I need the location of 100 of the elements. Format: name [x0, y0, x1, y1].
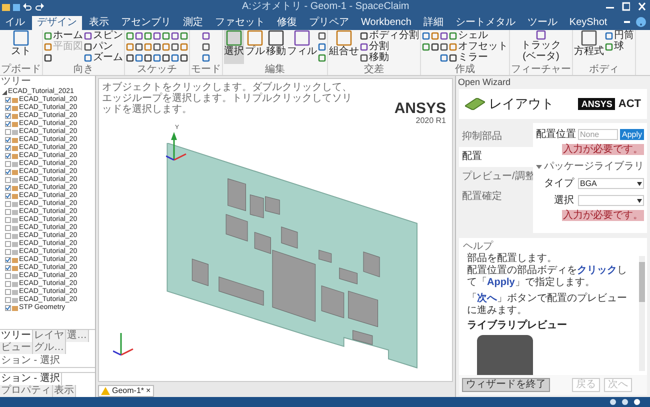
field-label: タイプ — [543, 176, 576, 191]
checkbox[interactable] — [5, 297, 11, 303]
ribbon-tab[interactable]: ファセット — [210, 16, 270, 30]
ribbon-tab[interactable]: 測定 — [178, 16, 208, 30]
checkbox[interactable] — [5, 153, 11, 159]
tab-label: Geom-1* — [112, 386, 144, 396]
apply-button[interactable]: Apply — [620, 129, 644, 140]
close-icon[interactable] — [638, 2, 646, 11]
ribbon-button[interactable]: スト — [11, 30, 31, 64]
ribbon-tab[interactable]: 修復 — [272, 16, 302, 30]
checkbox[interactable] — [5, 169, 11, 175]
help-icon[interactable] — [636, 17, 646, 27]
wizard-step[interactable]: 配置 — [459, 147, 533, 167]
checkbox[interactable] — [5, 177, 11, 183]
ribbon-button[interactable]: パン — [84, 41, 123, 52]
checkbox[interactable] — [5, 97, 11, 103]
tool-icon[interactable] — [581, 30, 597, 46]
panel-tab[interactable]: ション - 選択 — [0, 373, 62, 385]
panel-tab[interactable]: ビュー — [0, 342, 33, 354]
panel-tab[interactable]: ツリー — [0, 330, 33, 342]
ribbon-tab[interactable]: イル — [0, 16, 30, 30]
checkbox[interactable] — [5, 193, 11, 199]
checkbox[interactable] — [5, 113, 11, 119]
checkbox[interactable] — [5, 225, 11, 231]
document-tab[interactable]: Geom-1* × — [98, 385, 154, 397]
panel-tab[interactable]: レイヤ — [33, 330, 66, 342]
expander-icon[interactable] — [2, 90, 7, 94]
ribbon-button[interactable]: トラック(ベータ) — [521, 30, 561, 64]
checkbox[interactable] — [5, 289, 11, 295]
ribbon-button[interactable]: ミラー — [449, 52, 508, 63]
tool-icon[interactable] — [268, 30, 284, 46]
panel-tab[interactable]: 選… — [66, 330, 89, 342]
checkbox[interactable] — [5, 161, 11, 167]
group-label: プボード — [1, 64, 41, 75]
ribbon-button[interactable]: 移動 — [266, 30, 286, 64]
help-title: ヘルプ — [463, 240, 494, 252]
ribbon-tab[interactable]: Workbench — [356, 16, 416, 30]
group-label: 編集 — [264, 64, 286, 75]
ribbon-button[interactable]: 選択 — [224, 30, 244, 64]
checkbox[interactable] — [5, 241, 11, 247]
close-tab-button[interactable]: × — [146, 386, 151, 396]
checkbox[interactable] — [5, 265, 11, 271]
ribbon-tab[interactable]: デザイン — [32, 16, 82, 30]
ribbon-button[interactable]: プル — [245, 30, 265, 64]
checkbox[interactable] — [5, 129, 11, 135]
maximize-icon[interactable] — [622, 2, 630, 11]
ribbon-button[interactable]: ズーム — [84, 52, 123, 63]
panel-title: ション - 選択 — [0, 354, 95, 368]
wizard-button[interactable]: ウィザードを終了 — [462, 378, 550, 392]
checkbox[interactable] — [5, 137, 11, 143]
panel-tab[interactable]: プロパティ — [0, 385, 53, 397]
ribbon-tab[interactable]: 詳細 — [418, 16, 448, 30]
checkbox[interactable] — [5, 201, 11, 207]
tool-icon[interactable] — [536, 30, 546, 40]
ribbon-button[interactable]: オフセット — [449, 41, 508, 52]
checkbox[interactable] — [5, 185, 11, 191]
ribbon-tab[interactable]: シートメタル — [450, 16, 520, 30]
collapse-arrow-icon[interactable] — [536, 164, 542, 170]
save-icon[interactable] — [13, 4, 20, 10]
wizard-step[interactable]: 配置確定 — [459, 187, 533, 207]
checkbox[interactable] — [5, 105, 11, 111]
checkbox[interactable] — [5, 209, 11, 215]
ribbon-tab[interactable]: 表示 — [84, 16, 114, 30]
checkbox[interactable] — [5, 257, 11, 263]
undo-icon[interactable] — [23, 3, 32, 11]
checkbox[interactable] — [5, 281, 11, 287]
panel-tab[interactable]: 表示 — [53, 385, 76, 397]
checkbox[interactable] — [5, 121, 11, 127]
ribbon-button[interactable]: 分割 — [360, 41, 419, 52]
type-dropdown[interactable]: BGA — [578, 178, 644, 189]
checkbox[interactable] — [5, 217, 11, 223]
ribbon-button[interactable]: フィル — [287, 30, 317, 64]
ribbon-tab[interactable]: ツール — [522, 16, 562, 30]
ribbon-button[interactable]: ボディ分割 — [360, 30, 419, 41]
folder-icon[interactable] — [2, 4, 10, 10]
ribbon-button[interactable]: 円筒 — [605, 30, 634, 41]
section-header[interactable]: パッケージライブラリ — [544, 159, 644, 174]
checkbox[interactable] — [5, 273, 11, 279]
checkbox[interactable] — [5, 305, 11, 311]
tool-icon[interactable] — [13, 30, 29, 46]
ribbon-button[interactable]: 球 — [605, 41, 634, 52]
redo-icon[interactable] — [35, 3, 44, 11]
checkbox[interactable] — [5, 233, 11, 239]
panel-tab[interactable]: グル… — [33, 342, 66, 354]
scrollbar[interactable] — [639, 256, 645, 371]
checkbox[interactable] — [5, 249, 11, 255]
ribbon-button[interactable]: 移動 — [360, 52, 419, 63]
checkbox[interactable] — [5, 145, 11, 151]
ribbon-button[interactable]: スピン — [84, 30, 123, 41]
ribbon-tab[interactable]: アセンブリ — [116, 16, 176, 30]
placement-field[interactable]: None — [578, 129, 618, 140]
ribbon-button[interactable]: 方程式 — [574, 30, 604, 64]
help-text: 配置位置の部品ボディをクリックして「Apply」で指定します。 — [467, 265, 628, 289]
ribbon-button[interactable]: 組合せ — [329, 30, 359, 64]
ribbon-button[interactable]: シェル — [449, 30, 508, 41]
tool-icon[interactable] — [294, 30, 310, 46]
wizard-step[interactable]: 抑制部品 — [459, 127, 533, 147]
ribbon-tab[interactable]: KeyShot — [564, 16, 612, 30]
ribbon-button[interactable]: ホーム — [44, 30, 83, 41]
ribbon-tab[interactable]: プリペア — [304, 16, 354, 30]
